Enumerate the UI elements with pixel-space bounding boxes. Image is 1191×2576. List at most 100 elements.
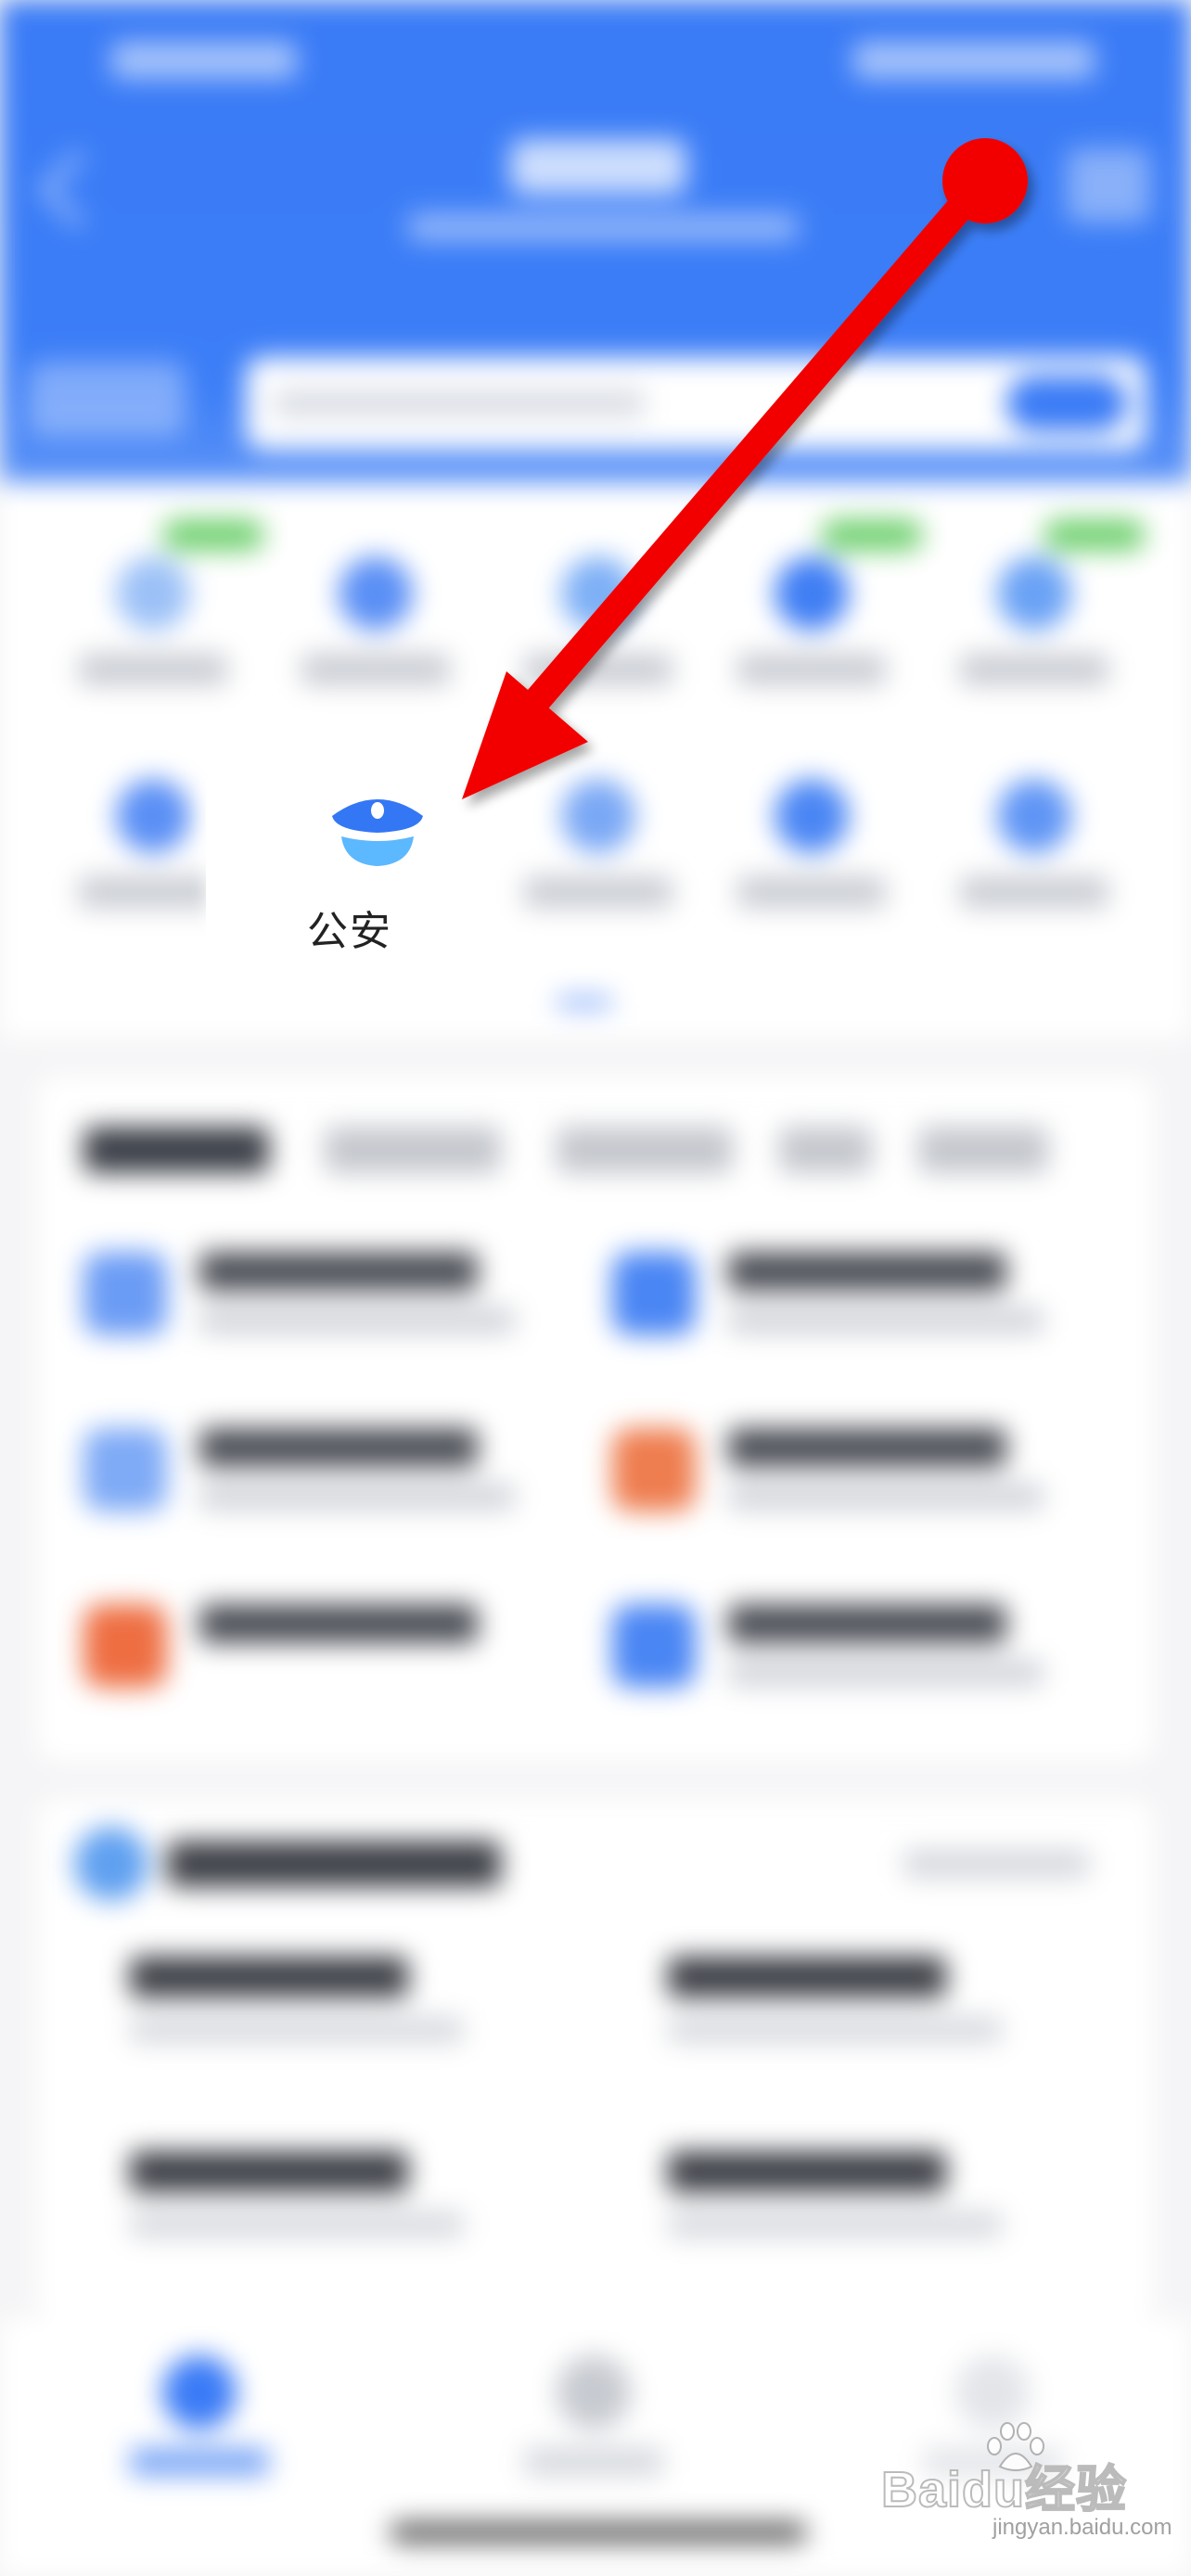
- service-icon: [997, 779, 1071, 853]
- grid-label: [737, 876, 886, 908]
- service-title: [199, 1252, 478, 1291]
- service-item[interactable]: [584, 1567, 1104, 1725]
- featured-item[interactable]: [74, 2123, 557, 2290]
- header: [0, 0, 1191, 482]
- new-badge: [1044, 519, 1146, 551]
- featured-item[interactable]: [612, 1929, 1095, 2096]
- service-title: [199, 1604, 478, 1643]
- service-icon: [339, 556, 413, 631]
- service-icon: [116, 779, 190, 853]
- grid-item[interactable]: [941, 519, 1146, 705]
- watermark: Baidu经验 jingyan.baidu.com: [880, 2422, 1172, 2541]
- back-icon[interactable]: [39, 150, 117, 228]
- service-tab-icon[interactable]: [557, 2355, 631, 2429]
- tab[interactable]: [918, 1127, 1048, 1173]
- service-title: [199, 1428, 478, 1467]
- service-item[interactable]: [56, 1215, 575, 1372]
- featured-item[interactable]: [74, 1929, 557, 2096]
- item-title: [130, 2151, 408, 2192]
- grid-label: [301, 654, 450, 685]
- blurred-background: [0, 0, 1191, 2576]
- app-screen: 公安 Baidu经验 jingyan.baidu.com: [0, 0, 1191, 2576]
- grid-label: [960, 654, 1108, 685]
- page-indicator: [557, 997, 612, 1008]
- service-icon: [612, 1252, 696, 1335]
- status-indicators: [853, 42, 1095, 79]
- grid-row: [0, 742, 1191, 927]
- section-title: [167, 1841, 501, 1887]
- service-item[interactable]: [56, 1391, 575, 1549]
- home-tab-label: [130, 2448, 269, 2476]
- search-placeholder: [274, 389, 645, 417]
- service-item[interactable]: [584, 1215, 1104, 1372]
- search-bar[interactable]: [246, 357, 1146, 450]
- location-selector[interactable]: [28, 362, 186, 436]
- item-title: [130, 1957, 408, 1997]
- header-action-icon[interactable]: [1067, 148, 1150, 223]
- home-indicator: [390, 2522, 807, 2543]
- service-icon: [116, 556, 190, 631]
- tab-active[interactable]: [83, 1127, 269, 1173]
- grid-label: [737, 654, 886, 685]
- service-desc: [728, 1660, 1044, 1686]
- service-icon: [83, 1428, 167, 1511]
- service-icon: [612, 1428, 696, 1511]
- service-title: [728, 1604, 1006, 1643]
- grid-label: [79, 876, 227, 908]
- grid-item[interactable]: [506, 742, 691, 927]
- tab[interactable]: [325, 1127, 501, 1173]
- new-badge: [162, 519, 264, 551]
- service-title: [728, 1428, 1006, 1467]
- home-tab-icon[interactable]: [162, 2355, 237, 2429]
- police-service-item[interactable]: 公安: [206, 779, 493, 1020]
- item-title: [668, 2151, 946, 2192]
- service-title: [728, 1252, 1006, 1291]
- grid-label: [524, 654, 672, 685]
- new-badge: [821, 519, 923, 551]
- service-item[interactable]: [584, 1391, 1104, 1549]
- watermark-brand: Baidu经验: [880, 2461, 1128, 2519]
- grid-item[interactable]: [506, 519, 691, 705]
- grid-item[interactable]: [283, 519, 468, 705]
- service-icon: [561, 556, 635, 631]
- featured-item[interactable]: [612, 2123, 1095, 2290]
- watermark-url: jingyan.baidu.com: [992, 2515, 1172, 2540]
- service-icon: [83, 1604, 167, 1688]
- police-label: 公安: [307, 908, 392, 955]
- police-cap-icon: [332, 799, 423, 866]
- service-desc: [199, 1484, 515, 1510]
- featured-section: [37, 1799, 1154, 2318]
- tab[interactable]: [557, 1127, 733, 1173]
- grid-item[interactable]: [719, 519, 923, 705]
- service-grid: [0, 482, 1191, 1039]
- grid-label: [960, 876, 1108, 908]
- item-desc: [130, 2212, 464, 2238]
- grid-item[interactable]: [941, 742, 1127, 927]
- item-desc: [668, 2017, 1002, 2043]
- service-desc: [728, 1484, 1044, 1510]
- service-icon: [612, 1604, 696, 1688]
- service-icon: [561, 779, 635, 853]
- grid-label: [79, 654, 227, 685]
- service-icon: [775, 779, 849, 853]
- service-icon: [775, 556, 849, 631]
- service-icon: [997, 556, 1071, 631]
- service-desc: [199, 1307, 515, 1333]
- service-tabs-card: [37, 1076, 1154, 1762]
- city-title: [510, 139, 686, 195]
- item-title: [668, 1957, 946, 1997]
- search-button[interactable]: [1006, 376, 1127, 431]
- service-item[interactable]: [56, 1567, 575, 1725]
- status-time: [111, 42, 297, 79]
- grid-row: [0, 519, 1191, 705]
- item-desc: [668, 2212, 1002, 2238]
- grid-item[interactable]: [719, 742, 904, 927]
- service-tab-label: [524, 2448, 663, 2476]
- city-subtitle: [408, 213, 798, 241]
- grid-item[interactable]: [60, 519, 264, 705]
- section-more-link[interactable]: [903, 1850, 1089, 1878]
- tab[interactable]: [779, 1127, 872, 1173]
- grid-label: [524, 876, 672, 908]
- section-icon: [74, 1827, 148, 1901]
- service-icon: [83, 1252, 167, 1335]
